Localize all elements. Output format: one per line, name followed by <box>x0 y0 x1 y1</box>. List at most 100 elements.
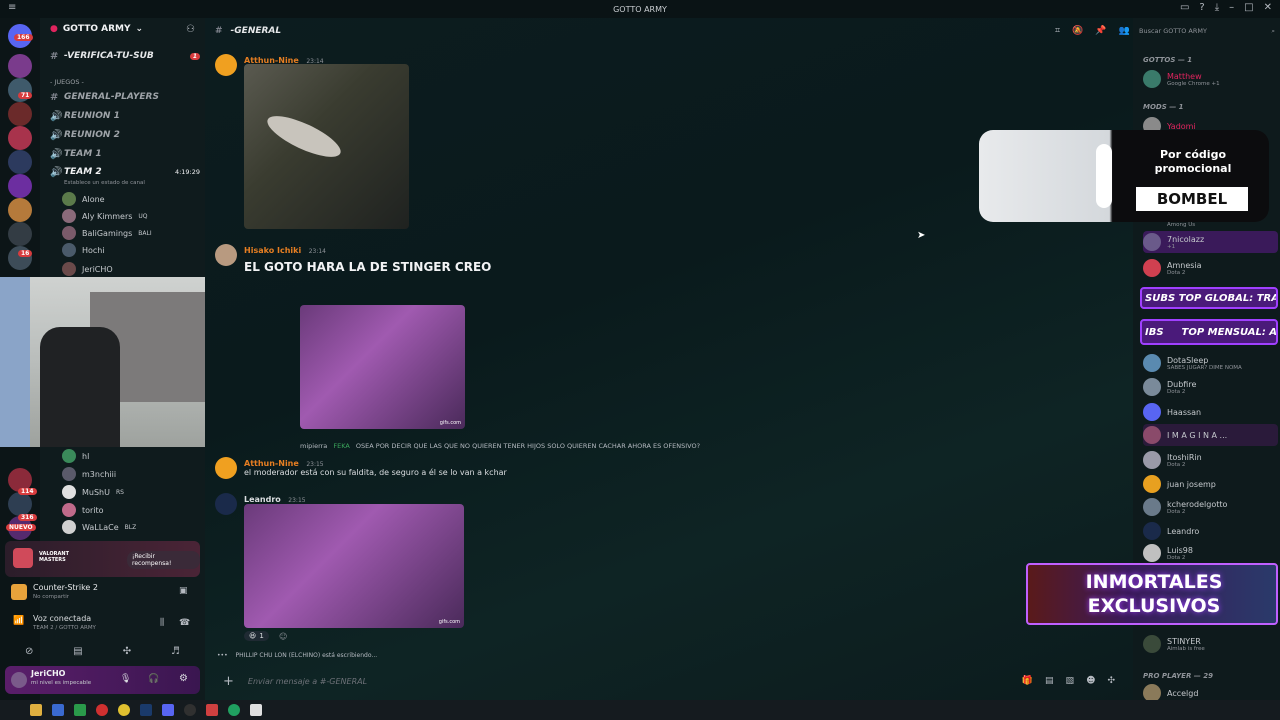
server-icon[interactable] <box>8 198 32 222</box>
channel-status[interactable]: Establece un estado de canal <box>64 180 145 186</box>
channel-item[interactable]: 🔊 REUNION 1 <box>50 108 200 124</box>
member-item[interactable]: kcherodelgotto Dota 2 <box>1143 496 1278 518</box>
message-input[interactable]: + Enviar mensaje a #-GENERAL 🎁 ▤ ▧ ☻ ✣ <box>213 668 1125 694</box>
voice-user[interactable]: Alone <box>62 191 105 207</box>
app-icon[interactable] <box>228 704 240 716</box>
channel-item[interactable]: 🔊 REUNION 2 <box>50 127 200 143</box>
discord-icon[interactable] <box>162 704 174 716</box>
steam-icon[interactable] <box>140 704 152 716</box>
gif-icon[interactable]: ▤ <box>1045 676 1054 686</box>
member-item[interactable]: Matthew Google Chrome +1 <box>1143 68 1278 90</box>
server-icon[interactable] <box>8 54 32 78</box>
member-item[interactable]: STINYER Aimlab is free <box>1143 633 1278 655</box>
disconnect-icon[interactable]: ☎ <box>179 618 190 628</box>
avatar[interactable] <box>215 54 237 76</box>
file-explorer-icon[interactable] <box>30 704 42 716</box>
apps-icon[interactable]: ✣ <box>1107 676 1115 686</box>
menu-icon[interactable]: ≡ <box>8 2 16 13</box>
game-icon <box>11 584 27 600</box>
headphones-icon[interactable]: 🎧 <box>148 674 159 684</box>
activities-icon[interactable]: ✣ <box>123 646 131 657</box>
voice-user[interactable]: hl <box>62 448 89 464</box>
user-name[interactable]: JeriCHO <box>31 669 65 678</box>
screen-share-button[interactable]: ▤ <box>73 646 82 657</box>
voice-user[interactable]: JeriCHO <box>62 261 113 277</box>
threads-icon[interactable]: ⌗ <box>1055 26 1060 36</box>
member-item[interactable]: Leandro <box>1143 520 1278 542</box>
member-item[interactable]: ItoshiRin Dota 2 <box>1143 449 1278 471</box>
avatar[interactable] <box>215 244 237 266</box>
sticker-icon[interactable]: ▧ <box>1066 676 1075 686</box>
voice-user[interactable]: Aly Kimmers UQ <box>62 208 148 224</box>
voice-user[interactable]: m3nchiii <box>62 466 116 482</box>
member-item[interactable]: 7nicolazz +1 <box>1143 231 1278 253</box>
avatar[interactable] <box>215 457 237 479</box>
voice-channel[interactable]: TEAM 2 / GOTTO ARMY <box>33 625 96 631</box>
message-author[interactable]: Hisako Ichiki <box>244 246 301 255</box>
taskbar <box>0 700 1280 720</box>
gift-icon[interactable]: 🎁 <box>1022 676 1033 686</box>
server-icon[interactable] <box>8 174 32 198</box>
pin-icon[interactable]: 📌 <box>1095 26 1106 36</box>
add-reaction-icon[interactable]: ☺ <box>279 632 287 641</box>
member-item[interactable]: I M A G I N A ... <box>1143 424 1278 446</box>
channel-item[interactable]: # GENERAL-PLAYERS <box>50 89 200 105</box>
close-button[interactable]: ✕ <box>1264 2 1272 13</box>
member-item[interactable]: Dubfire Dota 2 <box>1143 376 1278 398</box>
reaction[interactable]: 😆 1 <box>244 631 269 641</box>
server-icon[interactable] <box>8 126 32 150</box>
screen-share-icon[interactable]: ▣ <box>179 586 188 596</box>
inbox-icon[interactable]: ▭ <box>1180 2 1189 13</box>
member-item[interactable]: Amnesia Dota 2 <box>1143 257 1278 279</box>
soundboard-icon[interactable]: ♬ <box>171 646 180 657</box>
settings-icon[interactable]: ⚙ <box>179 673 188 684</box>
noise-suppression-icon[interactable]: ⫼ <box>160 618 164 628</box>
app-icon[interactable] <box>206 704 218 716</box>
voice-user[interactable]: WaLLaCe BLZ <box>62 519 136 535</box>
server-icon[interactable] <box>8 492 32 516</box>
server-icon[interactable] <box>8 150 32 174</box>
member-item[interactable]: DotaSleep SABES JUGAR? DIME NOMA <box>1143 352 1278 374</box>
emoji-picker-icon[interactable]: ☻ <box>1086 676 1095 686</box>
server-icon[interactable] <box>8 102 32 126</box>
app-icon[interactable] <box>74 704 86 716</box>
voice-user[interactable]: torito <box>62 502 104 518</box>
maximize-button[interactable]: □ <box>1244 2 1253 13</box>
opera-icon[interactable] <box>96 704 108 716</box>
message-image[interactable] <box>244 64 409 229</box>
search-bar[interactable]: Buscar GOTTO ARMY ⌕ <box>1139 24 1275 38</box>
message-gif[interactable]: gifs.com <box>244 504 464 628</box>
voice-user[interactable]: MuShU RS <box>62 484 124 500</box>
minimize-button[interactable]: – <box>1229 2 1234 13</box>
app-icon[interactable] <box>52 704 64 716</box>
member-item[interactable]: Luis98 Dota 2 <box>1143 542 1278 564</box>
user-avatar[interactable] <box>11 672 27 688</box>
download-icon[interactable]: ⤓ <box>1215 2 1219 13</box>
mic-icon[interactable]: 🎙 <box>120 674 131 684</box>
member-item[interactable]: juan josemp <box>1143 473 1278 495</box>
channel-item[interactable]: # -VERIFICA-TU-SUB 1 <box>50 48 200 64</box>
category-juegos[interactable]: - JUEGOS - <box>50 74 200 90</box>
voice-user[interactable]: Hochi <box>62 242 105 258</box>
channel-item[interactable]: 🔊 TEAM 2 4:19:29 <box>50 164 200 180</box>
camera-off-icon[interactable]: ⊘ <box>25 646 33 657</box>
add-member-icon[interactable]: ⚇ <box>186 24 195 35</box>
help-icon[interactable]: ? <box>1199 2 1204 13</box>
app-icon[interactable] <box>250 704 262 716</box>
channel-item[interactable]: 🔊 TEAM 1 <box>50 146 200 162</box>
server-header[interactable]: ● GOTTO ARMY ⌄ <box>50 24 143 34</box>
notifications-icon[interactable]: 🔕 <box>1072 26 1083 36</box>
claim-reward-button[interactable]: ¡Recibir recompensa! <box>127 551 200 569</box>
chrome-icon[interactable] <box>118 704 130 716</box>
message-author[interactable]: Leandro <box>244 495 281 504</box>
reply-preview[interactable]: mipierra FEKA OSEA POR DECIR QUE LAS QUE… <box>300 442 700 450</box>
message-gif[interactable]: gifs.com <box>300 305 465 429</box>
obs-icon[interactable] <box>184 704 196 716</box>
message-author[interactable]: Atthun-Nine <box>244 459 299 468</box>
voice-user[interactable]: BaliGamings BALI <box>62 225 152 241</box>
member-item[interactable]: Haassan <box>1143 401 1278 423</box>
attach-plus-icon[interactable]: + <box>223 674 234 689</box>
avatar[interactable] <box>215 493 237 515</box>
server-icon[interactable] <box>8 222 32 246</box>
member-list-icon[interactable]: 👥 <box>1119 26 1130 36</box>
